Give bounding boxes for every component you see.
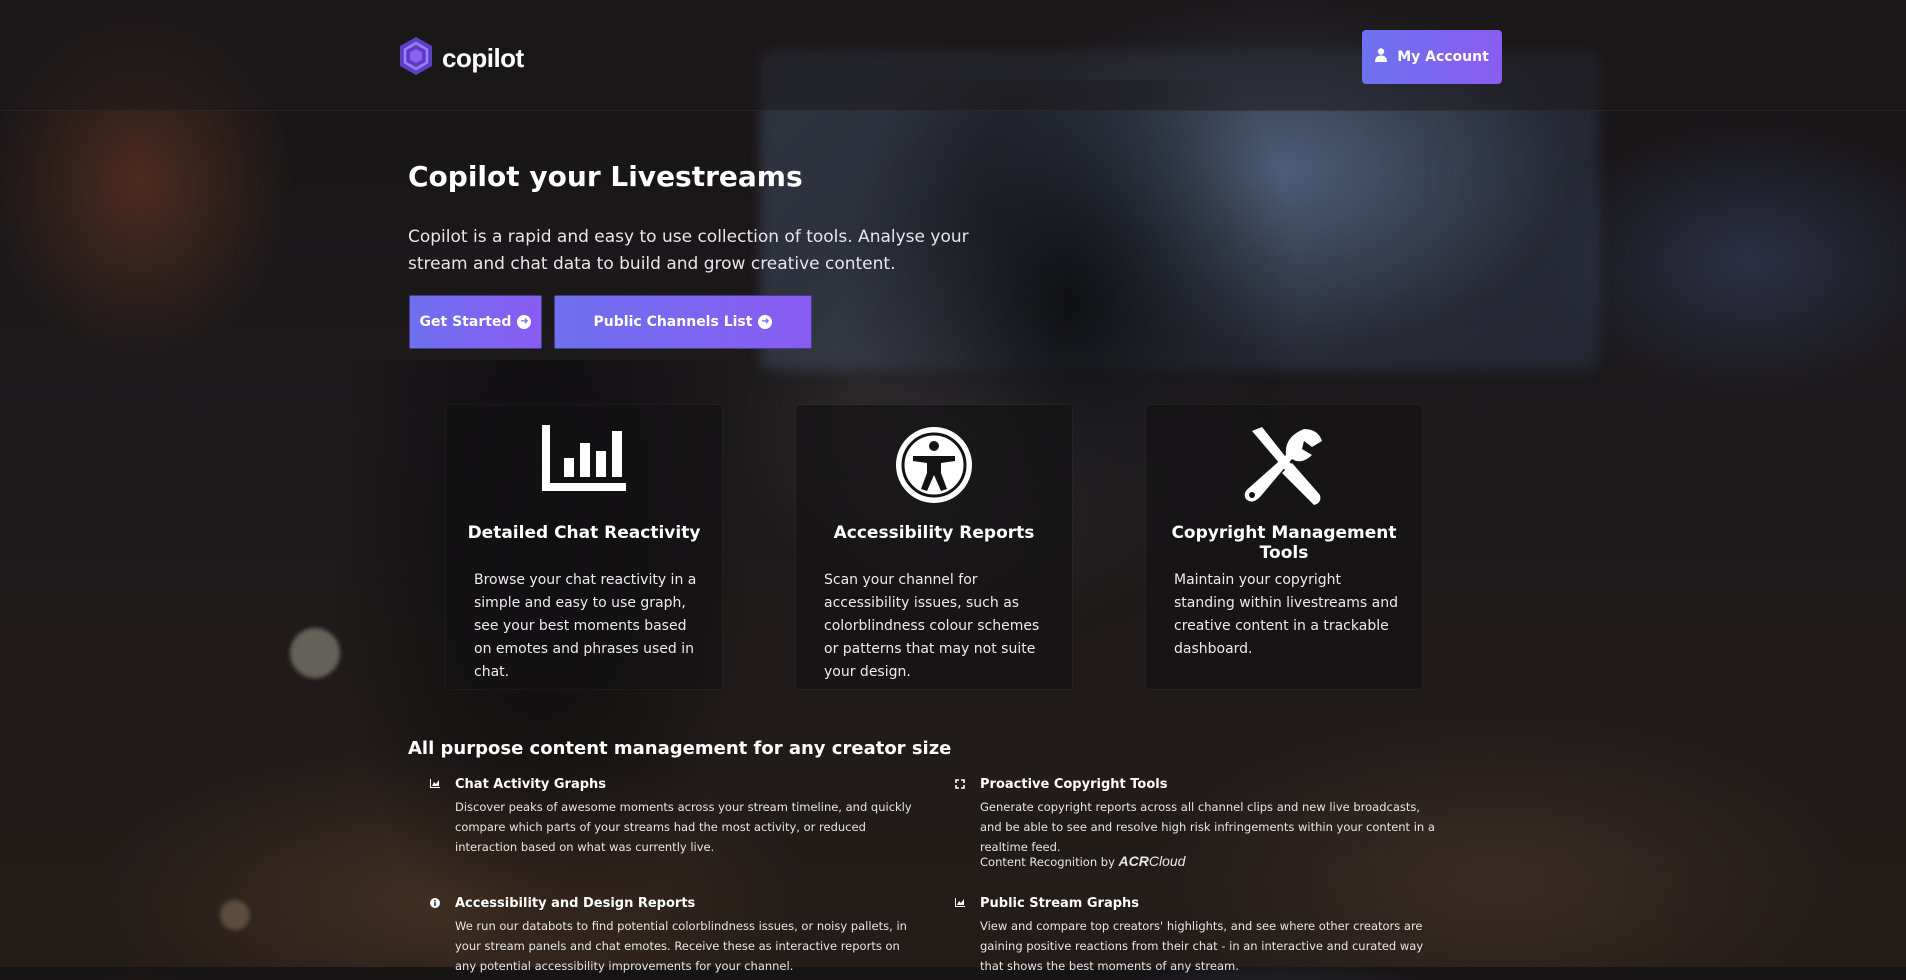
background-light [220, 900, 250, 930]
my-account-button[interactable]: My Account [1362, 30, 1502, 84]
brand-logo[interactable]: copilot [398, 36, 524, 80]
card-text: Maintain your copyright standing within … [1174, 572, 1398, 657]
area-chart-icon [430, 779, 440, 789]
card-title: Detailed Chat Reactivity [467, 523, 701, 543]
feature-text: Discover peaks of awesome moments across… [455, 800, 912, 854]
section-title: All purpose content management for any c… [408, 738, 952, 759]
top-navbar: copilot My Account [0, 0, 1906, 111]
get-started-button[interactable]: Get Started ➜ [409, 295, 542, 349]
feature-title: Public Stream Graphs [980, 896, 1140, 911]
feature-card-chat-reactivity: Detailed Chat Reactivity Browse your cha… [446, 405, 722, 689]
feature-title: Chat Activity Graphs [455, 777, 607, 792]
info-circle-icon [430, 898, 440, 908]
feature-text: View and compare top creators' highlight… [980, 919, 1424, 973]
feature-card-accessibility: Accessibility Reports Scan your channel … [796, 405, 1072, 689]
feature-card-copyright: Copyright Management Tools Maintain your… [1146, 405, 1422, 689]
hero-description: Copilot is a rapid and easy to use colle… [408, 227, 969, 274]
get-started-label: Get Started [419, 314, 512, 330]
feature-title: Accessibility and Design Reports [455, 896, 696, 911]
card-text: Browse your chat reactivity in a simple … [474, 572, 697, 680]
card-title: Copyright Management Tools [1171, 523, 1397, 563]
content-recognition-credit: Content Recognition by ACRCloud [980, 853, 1185, 869]
feature-text: Generate copyright reports across all ch… [980, 800, 1435, 854]
hexagon-logo-icon [398, 36, 434, 80]
my-account-label: My Account [1397, 49, 1489, 65]
brand-name: copilot [442, 42, 524, 73]
tools-icon [1146, 425, 1422, 509]
feature-title: Proactive Copyright Tools [980, 777, 1168, 792]
card-title: Accessibility Reports [833, 523, 1035, 543]
user-icon [1375, 48, 1388, 66]
expand-icon [955, 779, 965, 789]
arrow-circle-right-icon: ➜ [758, 315, 773, 329]
accessibility-icon [796, 425, 1072, 505]
content-recognition-label: Content Recognition by [980, 855, 1115, 869]
acrcloud-logo[interactable]: ACRCloud [1119, 853, 1186, 869]
area-chart-icon [955, 898, 965, 908]
bar-chart-icon [446, 425, 722, 491]
hero-title: Copilot your Livestreams [408, 160, 803, 193]
public-channels-list-label: Public Channels List [593, 314, 753, 330]
public-channels-list-button[interactable]: Public Channels List ➜ [554, 295, 812, 349]
feature-text: We run our databots to find potential co… [455, 919, 907, 973]
arrow-circle-right-icon: ➜ [517, 315, 532, 329]
card-text: Scan your channel for accessibility issu… [824, 572, 1040, 680]
